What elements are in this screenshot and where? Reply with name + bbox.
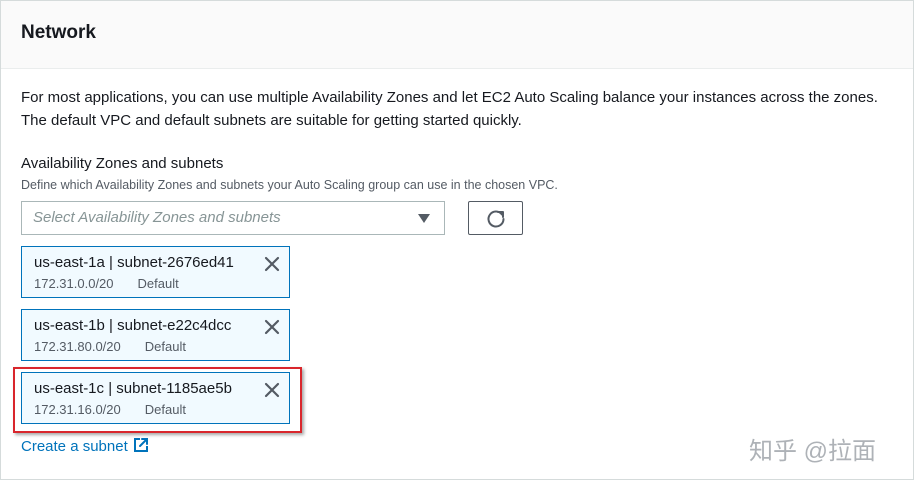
close-icon[interactable] <box>263 255 281 273</box>
token-meta: 172.31.80.0/20 Default <box>34 339 186 354</box>
highlight-box <box>13 367 302 433</box>
create-subnet-label: Create a subnet <box>21 438 128 455</box>
refresh-button[interactable] <box>468 201 523 235</box>
subnet-token: us-east-1a | subnet-2676ed41 172.31.0.0/… <box>21 246 290 298</box>
select-placeholder: Select Availability Zones and subnets <box>33 209 281 226</box>
az-field-label: Availability Zones and subnets <box>21 155 224 172</box>
az-subnet-select[interactable]: Select Availability Zones and subnets <box>21 201 445 235</box>
external-link-icon <box>133 438 148 452</box>
subnet-token: us-east-1b | subnet-e22c4dcc 172.31.80.0… <box>21 309 290 361</box>
network-panel: Network For most applications, you can u… <box>0 0 914 480</box>
section-title: Network <box>21 22 96 43</box>
intro-text: For most applications, you can use multi… <box>21 89 878 129</box>
az-field-description: Define which Availability Zones and subn… <box>21 178 558 192</box>
token-tag: Default <box>144 339 186 354</box>
panel-header: Network <box>1 1 913 69</box>
token-title: us-east-1a | subnet-2676ed41 <box>34 254 234 271</box>
close-icon[interactable] <box>263 318 281 336</box>
refresh-icon <box>487 210 505 228</box>
token-cidr: 172.31.80.0/20 <box>34 339 121 354</box>
token-meta: 172.31.0.0/20 Default <box>34 276 179 291</box>
token-tag: Default <box>137 276 179 291</box>
create-subnet-link[interactable]: Create a subnet <box>21 437 149 455</box>
caret-down-icon <box>418 214 430 223</box>
watermark: 知乎 @拉面 <box>749 438 877 465</box>
token-title: us-east-1b | subnet-e22c4dcc <box>34 317 232 334</box>
token-cidr: 172.31.0.0/20 <box>34 276 114 291</box>
